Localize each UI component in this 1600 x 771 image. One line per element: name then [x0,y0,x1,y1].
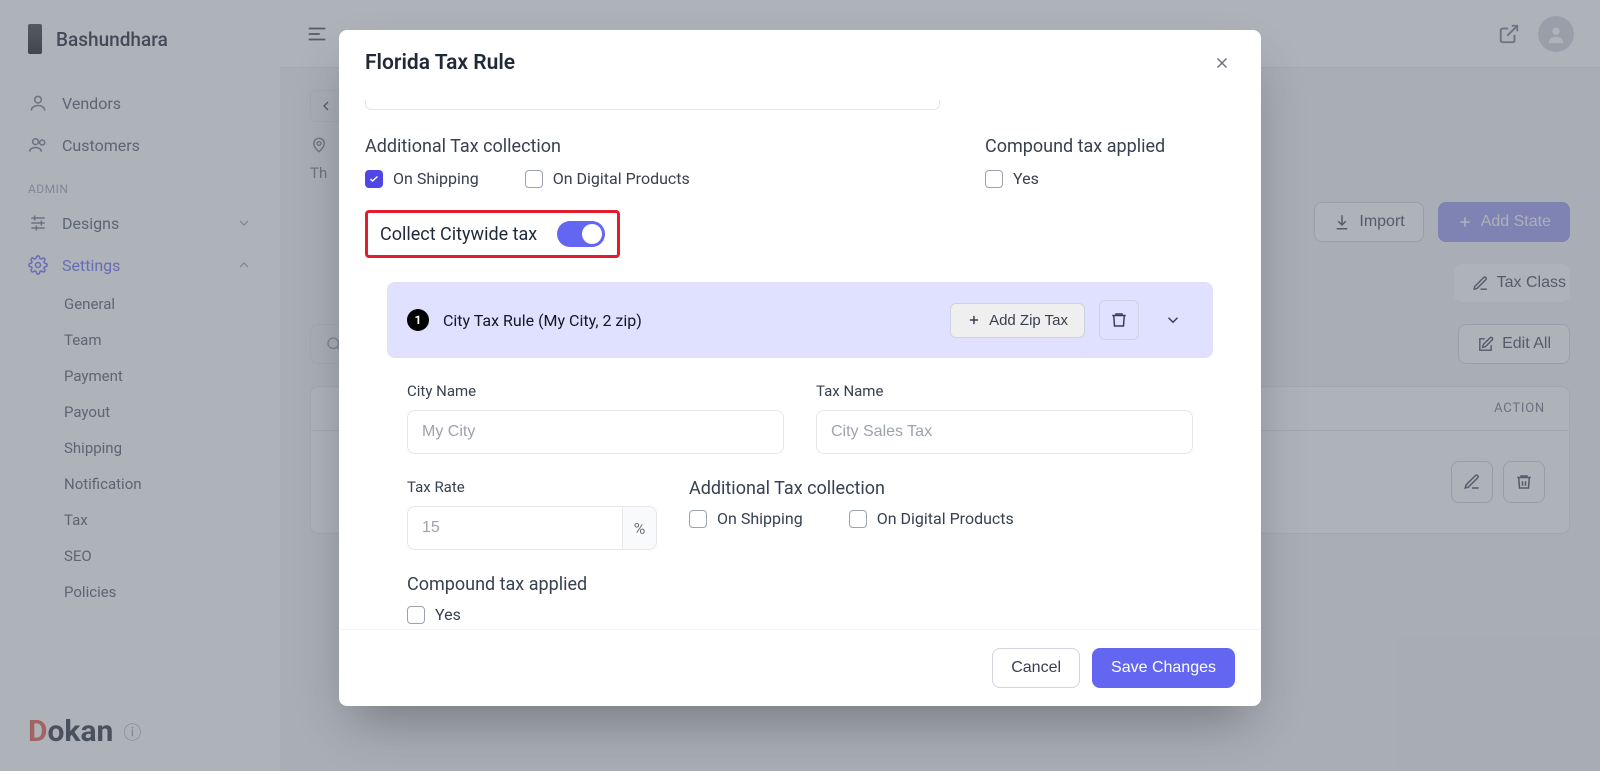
checkbox-icon [365,170,383,188]
rule-on-digital-checkbox[interactable]: On Digital Products [849,509,1014,528]
modal-title: Florida Tax Rule [365,51,515,75]
checkbox-label: On Shipping [717,509,803,528]
collect-citywide-highlight: Collect Citywide tax [365,210,620,258]
checkbox-label: Yes [1013,169,1039,188]
rule-compound-yes-checkbox[interactable]: Yes [407,605,1193,624]
collect-citywide-label: Collect Citywide tax [380,224,537,245]
checkbox-label: Yes [435,605,461,624]
rule-on-shipping-checkbox[interactable]: On Shipping [689,509,803,528]
button-label: Save Changes [1111,659,1216,677]
checkbox-icon [849,510,867,528]
checkbox-icon [407,606,425,624]
save-button[interactable]: Save Changes [1092,648,1235,688]
button-label: Add Zip Tax [989,312,1068,329]
modal-overlay: Florida Tax Rule Additional Tax collecti… [0,0,1600,771]
close-icon[interactable] [1209,50,1235,76]
tax-name-label: Tax Name [816,382,1193,400]
compound-yes-checkbox[interactable]: Yes [985,169,1235,188]
tax-rate-label: Tax Rate [407,478,657,496]
tax-rule-modal: Florida Tax Rule Additional Tax collecti… [339,30,1261,706]
checkbox-label: On Digital Products [553,169,690,188]
tax-name-input[interactable] [816,410,1193,454]
on-shipping-checkbox[interactable]: On Shipping [365,169,479,188]
city-rule-title: City Tax Rule (My City, 2 zip) [443,311,642,330]
additional-tax-label: Additional Tax collection [365,136,941,157]
compound-tax-label-2: Compound tax applied [407,574,1193,595]
compound-tax-label: Compound tax applied [985,136,1235,157]
checkbox-label: On Shipping [393,169,479,188]
checkbox-label: On Digital Products [877,509,1014,528]
add-zip-tax-button[interactable]: Add Zip Tax [950,303,1085,338]
on-digital-checkbox[interactable]: On Digital Products [525,169,690,188]
checkbox-icon [689,510,707,528]
delete-rule-button[interactable] [1099,300,1139,340]
checkbox-icon [985,170,1003,188]
city-tax-rule-card: 1 City Tax Rule (My City, 2 zip) Add Zip… [387,282,1213,624]
city-name-input[interactable] [407,410,784,454]
tax-rate-input[interactable] [407,506,623,550]
rule-number-badge: 1 [407,309,429,331]
city-name-label: City Name [407,382,784,400]
collect-citywide-toggle[interactable] [557,221,605,247]
cancel-button[interactable]: Cancel [992,648,1080,688]
plus-icon [967,313,981,327]
percent-suffix: % [623,506,657,550]
truncated-field-above [365,100,940,110]
button-label: Cancel [1011,659,1061,677]
collapse-rule-button[interactable] [1153,300,1193,340]
checkbox-icon [525,170,543,188]
additional-tax-label-2: Additional Tax collection [689,478,1193,499]
